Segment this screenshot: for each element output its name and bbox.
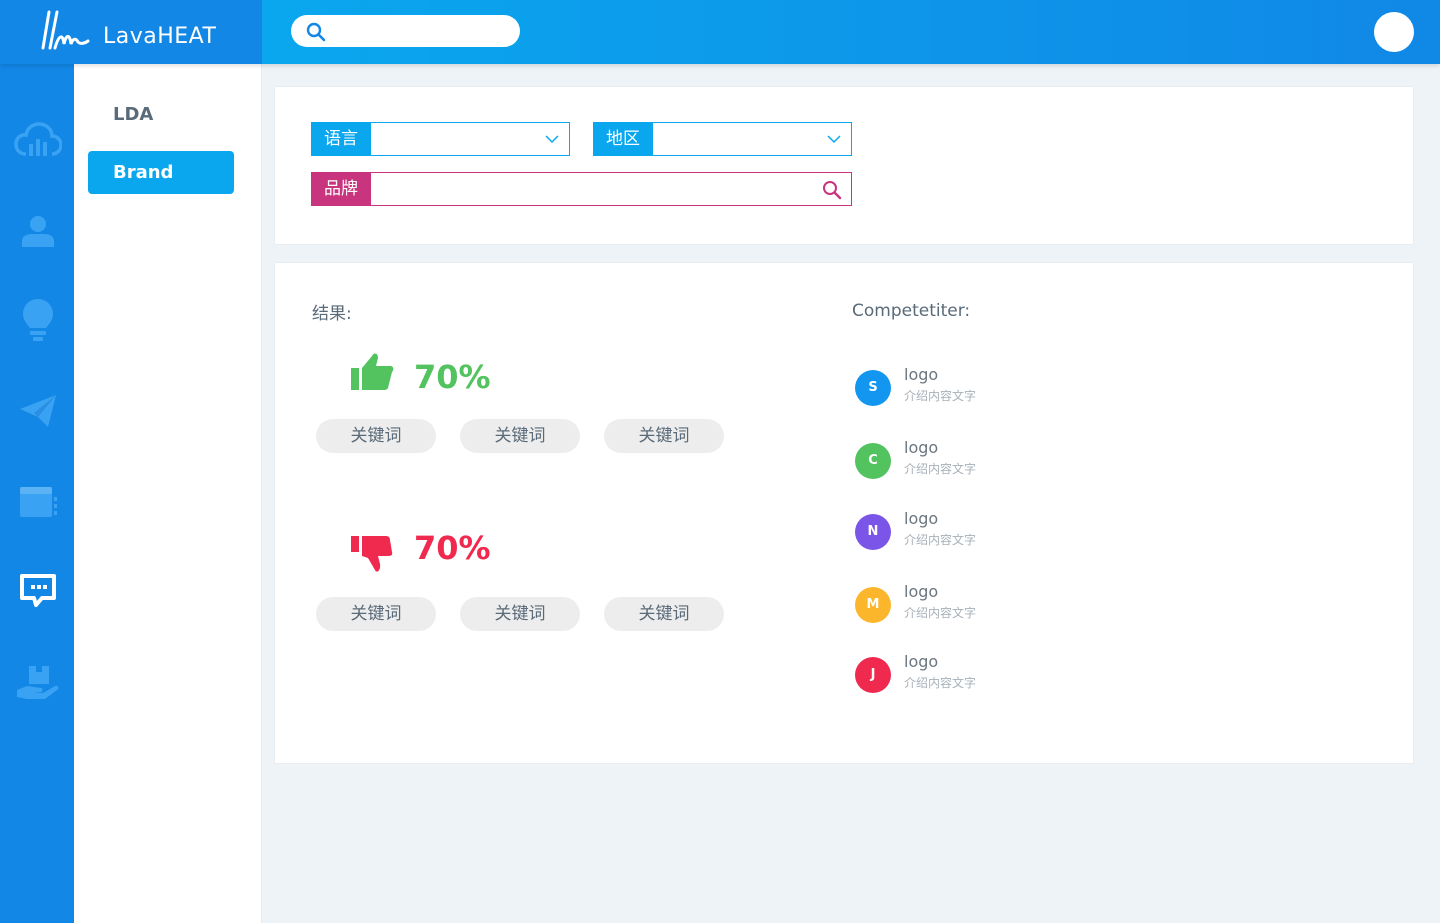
rail-user[interactable] <box>14 207 62 255</box>
cloud-analytics-icon <box>14 122 62 156</box>
search-icon <box>306 22 326 42</box>
icon-rail <box>0 64 74 923</box>
competitor-desc: 介绍内容文字 <box>904 462 977 476</box>
positive-keyword[interactable]: 关键词 <box>604 419 724 453</box>
box-hand-icon <box>17 666 59 699</box>
competitor-avatar: C <box>855 443 891 479</box>
competitor-desc: 介绍内容文字 <box>904 389 977 403</box>
result-card: 结果: 70% 关键词 关键词 关键词 70% 关键词 关键词 关键词 Comp… <box>274 262 1414 764</box>
positive-keyword[interactable]: 关键词 <box>460 419 580 453</box>
language-select[interactable]: 语言 <box>311 122 570 156</box>
negative-keyword[interactable]: 关键词 <box>604 597 724 631</box>
competitor-name: logo <box>904 509 939 528</box>
lavaheat-logo-icon[interactable] <box>33 8 93 54</box>
competitor-avatar: S <box>855 370 891 406</box>
competitors-title: Competetiter: <box>852 301 971 321</box>
rail-chat[interactable] <box>14 567 62 615</box>
global-search[interactable] <box>291 15 520 47</box>
competitor-name: logo <box>904 652 939 671</box>
positive-percent: 70% <box>414 358 491 396</box>
competitor-item[interactable]: N logo 介绍内容文字 <box>853 509 1153 555</box>
competitor-desc: 介绍内容文字 <box>904 606 977 620</box>
app-name: LavaHEAT <box>103 24 217 49</box>
competitor-desc: 介绍内容文字 <box>904 676 977 690</box>
filter-card: 语言 地区 品牌 <box>274 86 1414 245</box>
region-label: 地区 <box>593 122 653 156</box>
competitor-item[interactable]: C logo 介绍内容文字 <box>853 438 1153 484</box>
brand-search-field[interactable]: 品牌 <box>311 172 852 206</box>
competitor-name: logo <box>904 438 939 457</box>
rail-cloud-analytics[interactable] <box>14 116 62 164</box>
brand-label: 品牌 <box>311 172 371 206</box>
rail-box-hand[interactable] <box>14 659 62 707</box>
chat-icon <box>20 574 56 607</box>
competitor-avatar: M <box>855 587 891 623</box>
competitor-desc: 介绍内容文字 <box>904 533 977 547</box>
thumbs-down-icon <box>351 536 393 572</box>
brand-area: LavaHEAT <box>0 0 262 64</box>
window-icon <box>20 487 57 517</box>
negative-keyword[interactable]: 关键词 <box>460 597 580 631</box>
competitor-name: logo <box>904 582 939 601</box>
thumbs-up-icon <box>351 353 394 390</box>
search-input[interactable] <box>331 19 511 43</box>
subnav-item-brand[interactable]: Brand <box>88 151 234 194</box>
competitor-avatar: J <box>855 657 891 693</box>
user-icon <box>22 216 54 247</box>
search-icon[interactable] <box>822 180 842 200</box>
rail-window[interactable] <box>14 478 62 526</box>
subnav-item-lda[interactable]: LDA <box>88 93 234 136</box>
competitor-name: logo <box>904 365 939 384</box>
competitor-avatar: N <box>855 514 891 550</box>
lightbulb-icon <box>23 299 53 341</box>
competitor-item[interactable]: J logo 介绍内容文字 <box>853 652 1153 698</box>
rail-lightbulb[interactable] <box>14 296 62 344</box>
paper-plane-icon <box>20 395 56 427</box>
user-avatar[interactable] <box>1374 12 1414 52</box>
rail-send[interactable] <box>14 387 62 435</box>
language-label: 语言 <box>311 122 371 156</box>
chevron-down-icon <box>827 135 841 144</box>
competitor-item[interactable]: S logo 介绍内容文字 <box>853 365 1153 411</box>
negative-percent: 70% <box>414 529 491 567</box>
competitor-item[interactable]: M logo 介绍内容文字 <box>853 582 1153 628</box>
results-title: 结果: <box>312 304 352 324</box>
top-header: LavaHEAT <box>0 0 1440 64</box>
region-select[interactable]: 地区 <box>593 122 852 156</box>
sub-navigation: LDA Brand <box>74 64 262 923</box>
chevron-down-icon <box>545 135 559 144</box>
negative-keyword[interactable]: 关键词 <box>316 597 436 631</box>
positive-keyword[interactable]: 关键词 <box>316 419 436 453</box>
